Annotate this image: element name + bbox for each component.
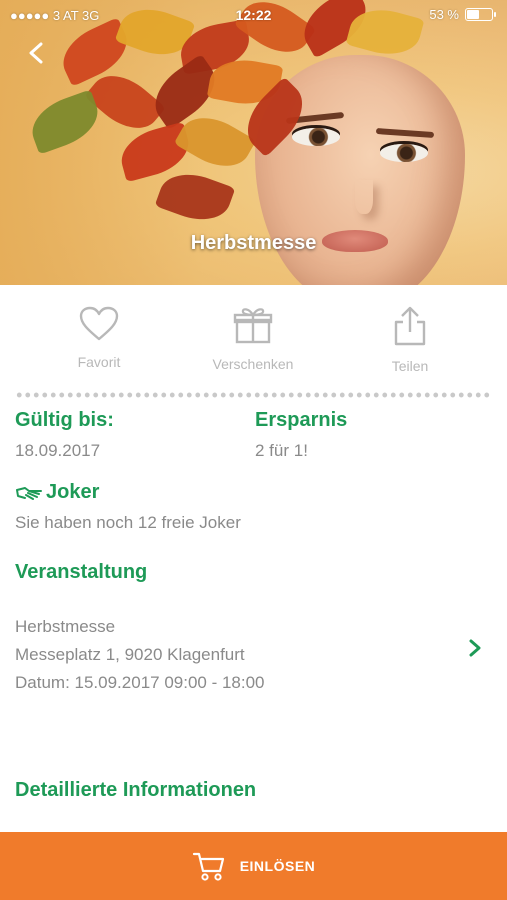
- redeem-label: EINLÖSEN: [239, 858, 316, 874]
- share-icon: [394, 306, 426, 346]
- gift-icon: [233, 308, 273, 344]
- hero-image: Herbstmesse: [0, 0, 507, 285]
- event-address: Messeplatz 1, 9020 Klagenfurt: [15, 645, 245, 664]
- back-arrow-icon[interactable]: [26, 42, 48, 64]
- gift-button[interactable]: Verschenken: [193, 306, 313, 372]
- share-button[interactable]: Teilen: [350, 306, 470, 374]
- joker-hand-icon: [16, 487, 42, 500]
- cart-icon: [192, 852, 224, 881]
- hero-eye-left: [292, 128, 340, 146]
- hero-title: Herbstmesse: [190, 232, 317, 254]
- gift-label: Verschenken: [212, 356, 294, 372]
- hero-nose: [355, 180, 373, 214]
- savings-value: 2 für 1!: [255, 441, 308, 460]
- favorite-button[interactable]: Favorit: [39, 306, 159, 370]
- action-bar: Favorit Verschenken Teilen: [0, 300, 507, 380]
- share-label: Teilen: [391, 358, 429, 374]
- event-name: Herbstmesse: [15, 617, 116, 636]
- valid-until-heading: Gültig bis:: [15, 409, 114, 431]
- chevron-right-icon[interactable]: [466, 636, 484, 660]
- battery-icon: [465, 8, 496, 21]
- heart-icon: [79, 306, 119, 341]
- favorite-label: Favorit: [77, 354, 121, 370]
- status-bar: ●●●●● 3 AT 3G 12:22 53 %: [0, 0, 507, 30]
- hero-eye-right: [380, 144, 428, 162]
- details-heading[interactable]: Detaillierte Informationen: [15, 779, 256, 802]
- redeem-button[interactable]: EINLÖSEN: [0, 832, 507, 900]
- event-date: Datum: 15.09.2017 09:00 - 18:00: [15, 673, 265, 692]
- joker-text: Sie haben noch 12 freie Joker: [15, 513, 241, 532]
- dotted-divider: [15, 392, 491, 398]
- savings-heading: Ersparnis: [255, 409, 348, 431]
- battery-indicator: 53 %: [429, 7, 496, 22]
- event-heading: Veranstaltung: [15, 561, 148, 583]
- valid-until-value: 18.09.2017: [15, 441, 101, 460]
- event-row[interactable]: Herbstmesse Messeplatz 1, 9020 Klagenfur…: [0, 605, 507, 705]
- battery-percent: 53 %: [429, 7, 459, 22]
- joker-heading: Joker: [46, 481, 100, 503]
